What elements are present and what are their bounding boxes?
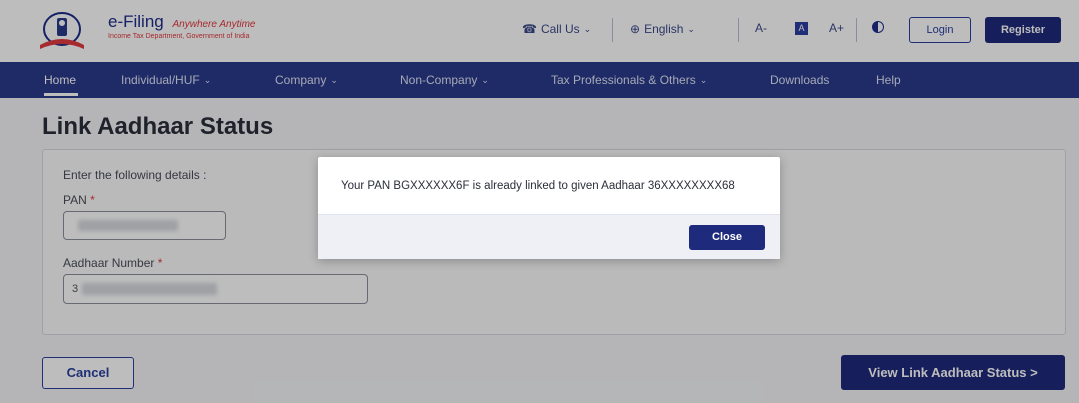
dialog-footer: Close bbox=[318, 214, 780, 259]
close-button[interactable]: Close bbox=[689, 225, 765, 250]
status-dialog: Your PAN BGXXXXXX6F is already linked to… bbox=[318, 157, 780, 259]
dialog-message: Your PAN BGXXXXXX6F is already linked to… bbox=[341, 180, 735, 192]
